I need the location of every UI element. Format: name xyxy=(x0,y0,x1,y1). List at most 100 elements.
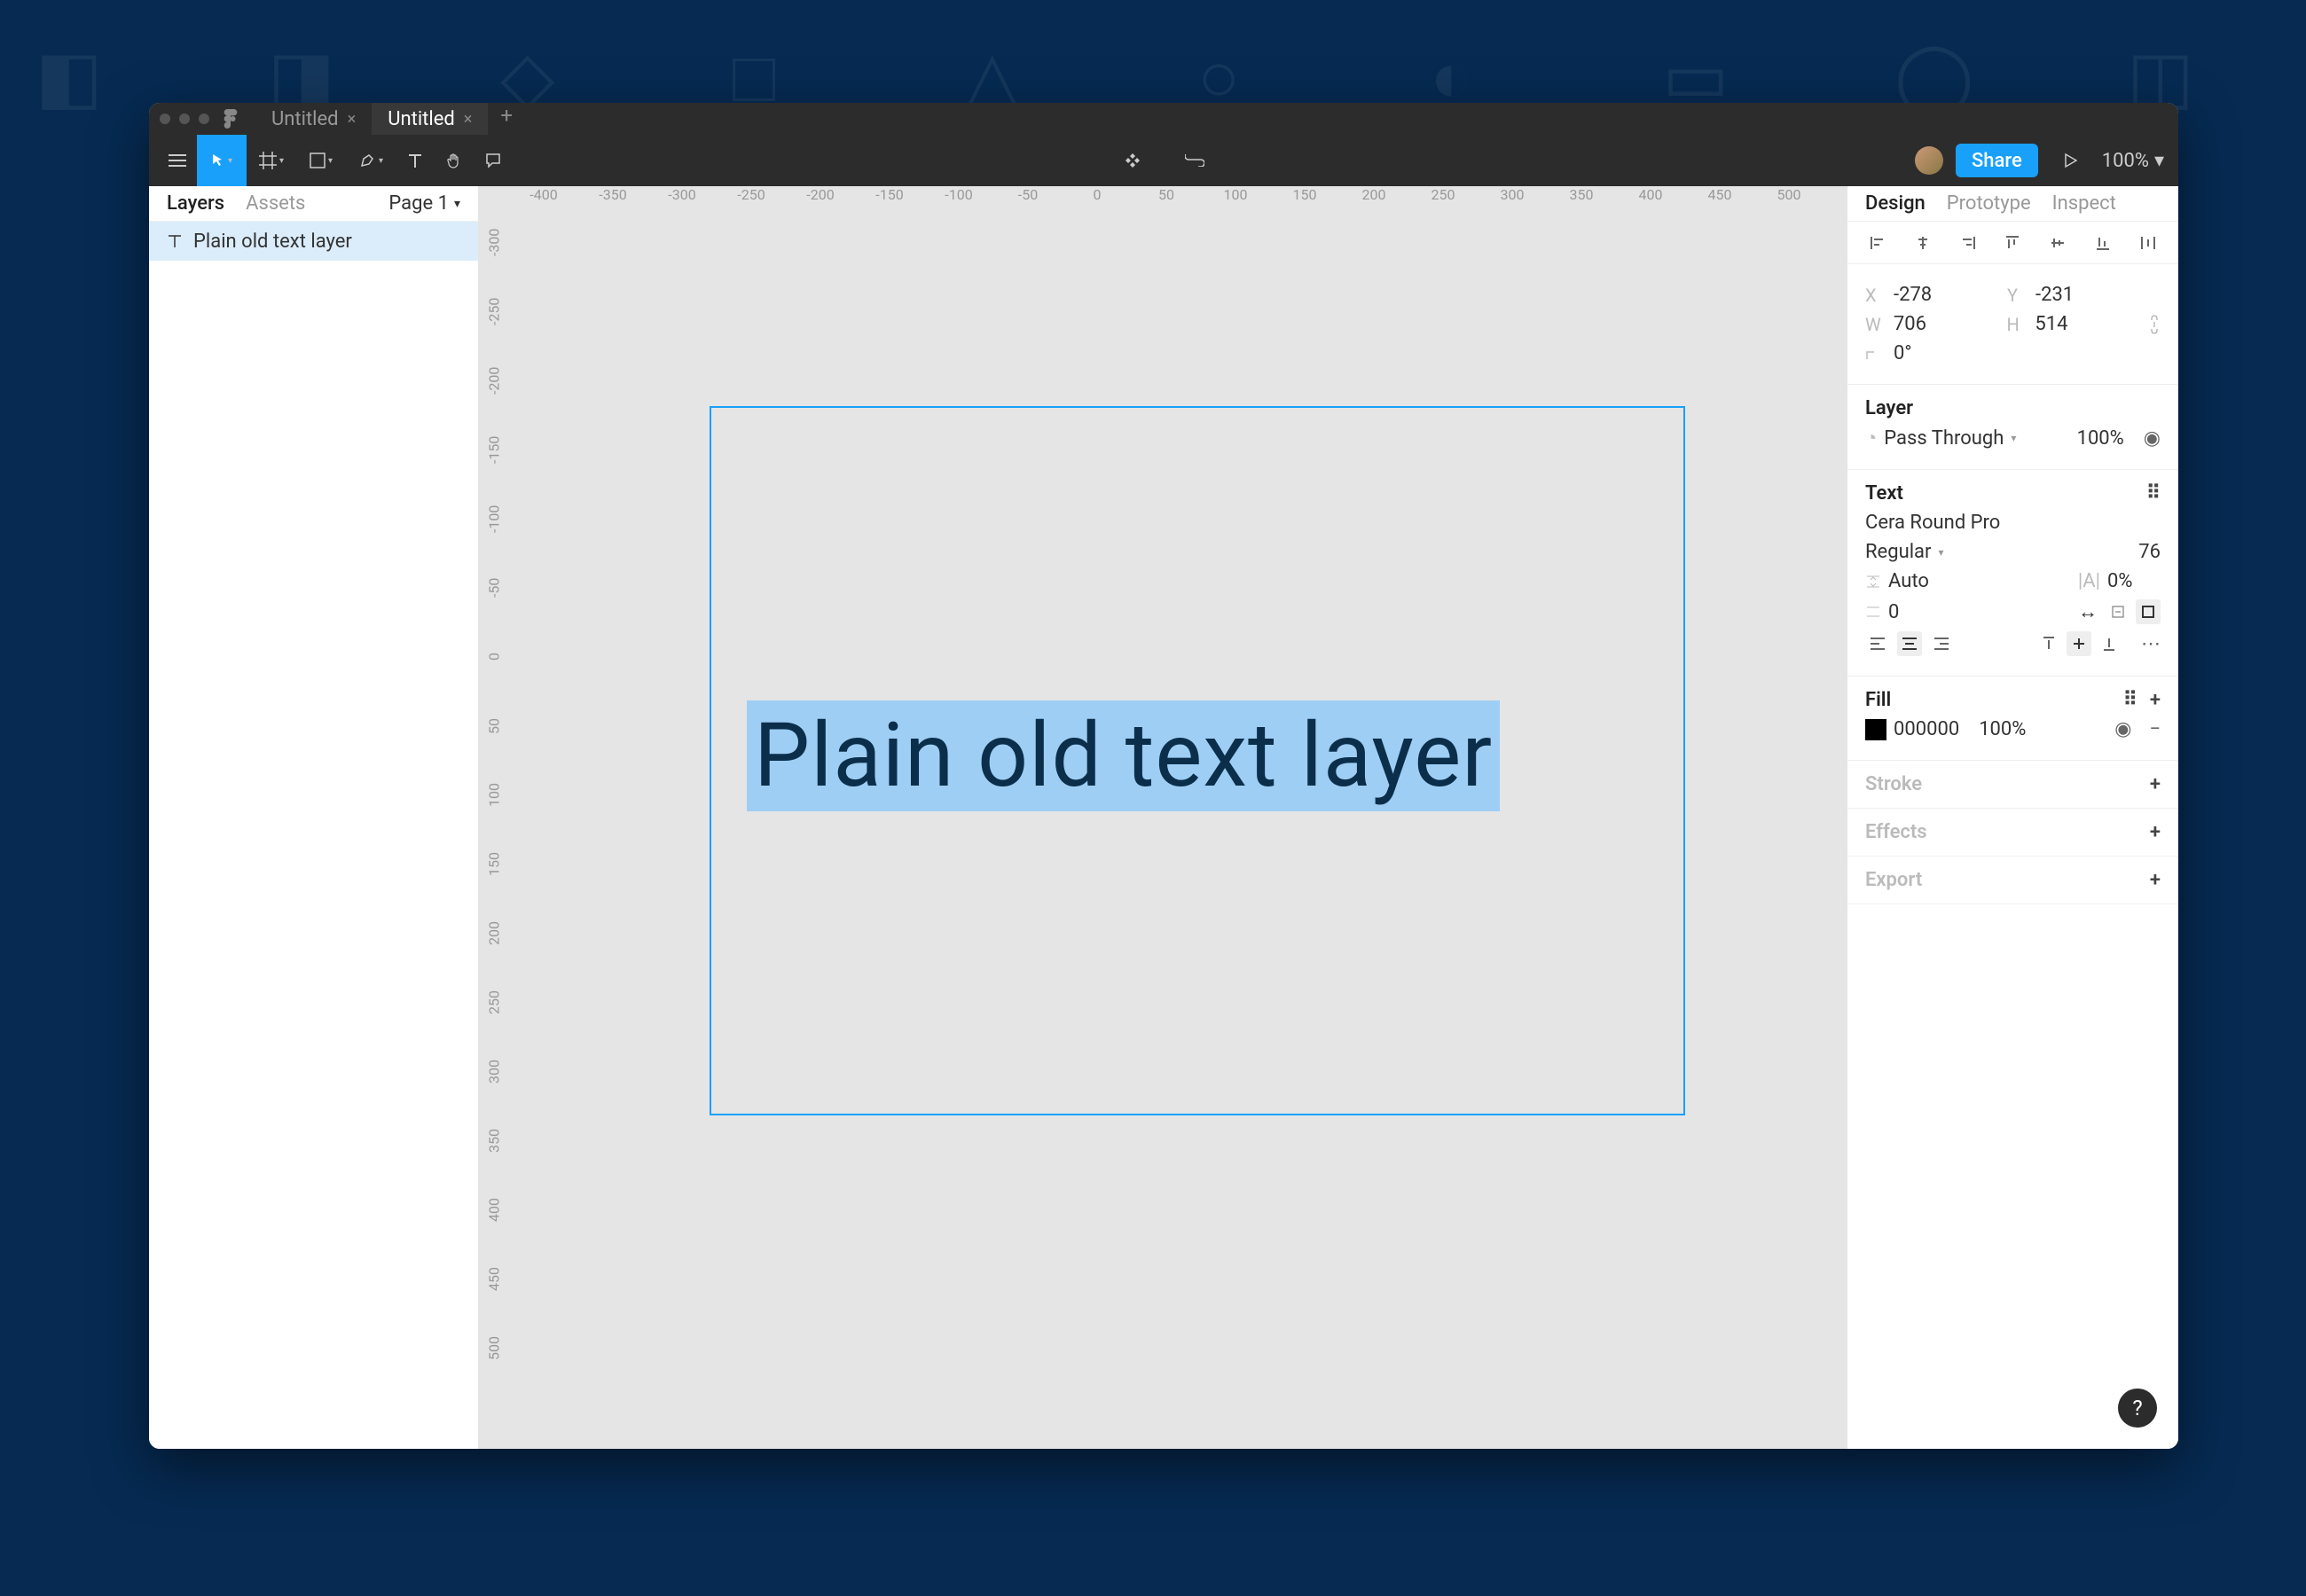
blend-icon: ◔ xyxy=(1865,426,1877,450)
chevron-down-icon: ▾ xyxy=(228,156,232,166)
line-height-input[interactable]: Auto xyxy=(1888,570,1929,592)
chevron-down-icon: ▾ xyxy=(279,156,284,166)
shape-tool[interactable]: ▾ xyxy=(296,135,346,186)
align-right-icon[interactable] xyxy=(1956,231,1980,255)
hand-tool[interactable] xyxy=(435,135,474,186)
add-export-icon[interactable]: + xyxy=(2150,869,2161,891)
text-layer[interactable]: Plain old text layer xyxy=(747,700,1500,811)
font-size-input[interactable]: 76 xyxy=(2138,541,2161,563)
rotation-icon xyxy=(1865,347,1886,361)
new-tab-button[interactable]: + xyxy=(488,103,525,135)
text-tool[interactable] xyxy=(396,135,435,186)
tab-untitled-1[interactable]: Untitled × xyxy=(255,103,372,135)
fill-section: Fill ⠿ + 000000 100% ◉ − xyxy=(1847,677,2178,761)
close-icon[interactable]: × xyxy=(464,110,473,129)
distribute-icon[interactable] xyxy=(2136,231,2161,255)
selection-frame[interactable]: Plain old text layer xyxy=(710,406,1685,1115)
x-label: X xyxy=(1865,285,1886,306)
ruler-vertical: -300-250-200-150-100-5005010015020025030… xyxy=(479,207,509,1449)
fill-opacity-input[interactable]: 100% xyxy=(1979,718,2026,740)
move-tool[interactable]: ▾ xyxy=(197,135,247,186)
x-input[interactable]: -278 xyxy=(1894,284,2000,306)
type-settings-icon[interactable]: ⠿ xyxy=(2146,482,2161,505)
titlebar: Untitled × Untitled × + xyxy=(149,103,2178,135)
text-align-bottom-icon[interactable] xyxy=(2097,631,2122,656)
font-weight-select[interactable]: Regular xyxy=(1865,541,1931,563)
document-tabs: Untitled × Untitled × + xyxy=(255,103,525,135)
position-section: X-278 Y-231 W706 H514 0° xyxy=(1847,264,2178,385)
present-button[interactable] xyxy=(2051,135,2090,186)
link-icon[interactable] xyxy=(1175,135,1214,186)
export-title: Export xyxy=(1865,869,1922,891)
tab-layers[interactable]: Layers xyxy=(167,192,224,215)
tab-prototype[interactable]: Prototype xyxy=(1947,192,2031,215)
tab-untitled-2[interactable]: Untitled × xyxy=(372,103,488,135)
tab-label: Untitled xyxy=(388,108,455,130)
close-icon[interactable]: × xyxy=(348,110,357,129)
text-align-middle-icon[interactable] xyxy=(2067,631,2091,656)
share-button[interactable]: Share xyxy=(1956,144,2038,177)
add-fill-icon[interactable]: + xyxy=(2150,689,2161,711)
text-align-center-icon[interactable] xyxy=(1897,631,1922,656)
blend-mode-select[interactable]: Pass Through xyxy=(1884,427,2004,450)
layer-row[interactable]: Plain old text layer xyxy=(149,222,478,261)
w-input[interactable]: 706 xyxy=(1894,313,2000,335)
tab-design[interactable]: Design xyxy=(1865,192,1926,215)
paragraph-spacing-input[interactable]: 0 xyxy=(1888,601,1899,623)
tab-label: Untitled xyxy=(271,108,339,130)
pen-tool[interactable]: ▾ xyxy=(346,135,396,186)
figma-window: Untitled × Untitled × + ▾ ▾ ▾ ▾ Share 10… xyxy=(149,103,2178,1449)
font-family-select[interactable]: Cera Round Pro xyxy=(1865,512,2161,534)
zoom-select[interactable]: 100%▾ xyxy=(2102,150,2169,172)
auto-height-icon[interactable] xyxy=(2106,599,2130,624)
tab-inspect[interactable]: Inspect xyxy=(2052,192,2116,215)
layer-title: Layer xyxy=(1865,397,2161,419)
help-button[interactable]: ? xyxy=(2118,1389,2157,1428)
text-section: Text⠿ Cera Round Pro Regular ▾ 76 Auto |… xyxy=(1847,470,2178,677)
visibility-icon[interactable]: ◉ xyxy=(2144,427,2161,450)
comment-tool[interactable] xyxy=(474,135,513,186)
fill-title: Fill xyxy=(1865,689,1891,711)
constrain-icon[interactable] xyxy=(2148,315,2161,334)
chevron-down-icon: ▾ xyxy=(454,197,460,211)
chevron-down-icon: ▾ xyxy=(2154,150,2164,172)
menu-button[interactable] xyxy=(158,135,197,186)
more-icon[interactable]: ⋯ xyxy=(2141,633,2161,655)
figma-logo-icon[interactable] xyxy=(224,109,238,129)
canvas-area[interactable]: -400-350-300-250-200-150-100-50050100150… xyxy=(479,186,1847,1449)
layer-opacity-input[interactable]: 100% xyxy=(2077,427,2124,450)
align-bottom-icon[interactable] xyxy=(2090,231,2115,255)
align-h-center-icon[interactable] xyxy=(1910,231,1935,255)
letter-spacing-input[interactable]: 0% xyxy=(2107,570,2161,592)
add-effect-icon[interactable]: + xyxy=(2150,821,2161,843)
stroke-section: Stroke + xyxy=(1847,761,2178,809)
h-input[interactable]: 514 xyxy=(2035,313,2141,335)
stroke-title: Stroke xyxy=(1865,773,1922,795)
text-align-top-icon[interactable] xyxy=(2036,631,2061,656)
fill-color-input[interactable]: 000000 xyxy=(1894,718,1959,740)
page-selector[interactable]: Page 1▾ xyxy=(388,192,460,215)
window-controls[interactable] xyxy=(160,113,209,124)
text-title: Text xyxy=(1865,482,1903,505)
export-section: Export + xyxy=(1847,857,2178,904)
align-left-icon[interactable] xyxy=(1865,231,1890,255)
style-icon[interactable]: ⠿ xyxy=(2123,689,2137,711)
fill-color-swatch[interactable] xyxy=(1865,719,1886,740)
y-input[interactable]: -231 xyxy=(2035,284,2142,306)
text-align-right-icon[interactable] xyxy=(1929,631,1954,656)
align-top-icon[interactable] xyxy=(2000,231,2025,255)
h-label: H xyxy=(2007,314,2028,335)
visibility-icon[interactable]: ◉ xyxy=(2114,718,2131,740)
auto-width-icon[interactable]: ↔ xyxy=(2075,599,2100,624)
components-icon[interactable] xyxy=(1113,135,1152,186)
align-v-center-icon[interactable] xyxy=(2045,231,2070,255)
add-stroke-icon[interactable]: + xyxy=(2150,773,2161,795)
layer-section: Layer ◔ Pass Through ▾ 100% ◉ xyxy=(1847,385,2178,470)
frame-tool[interactable]: ▾ xyxy=(247,135,296,186)
text-align-left-icon[interactable] xyxy=(1865,631,1890,656)
rotation-input[interactable]: 0° xyxy=(1894,342,2000,364)
tab-assets[interactable]: Assets xyxy=(246,192,305,215)
fixed-size-icon[interactable] xyxy=(2136,599,2161,624)
avatar[interactable] xyxy=(1915,146,1943,175)
remove-fill-icon[interactable]: − xyxy=(2149,718,2161,740)
